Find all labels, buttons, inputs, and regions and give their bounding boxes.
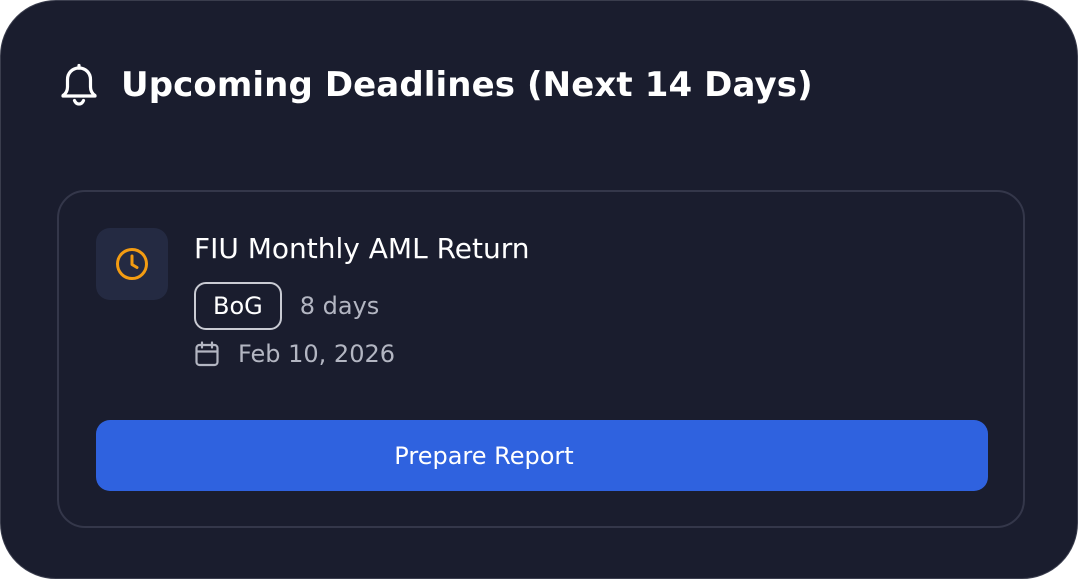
- clock-icon: [116, 248, 148, 280]
- upcoming-deadlines-panel: Upcoming Deadlines (Next 14 Days) FIU Mo…: [0, 0, 1078, 579]
- days-remaining: 8 days: [299, 292, 380, 320]
- prepare-report-label: Prepare Report: [394, 441, 574, 470]
- regulator-badge: BoG: [194, 282, 282, 330]
- calendar-icon: [195, 341, 219, 367]
- deadline-title: FIU Monthly AML Return: [194, 232, 530, 265]
- panel-title: Upcoming Deadlines (Next 14 Days): [121, 65, 813, 105]
- bell-icon: [61, 63, 97, 106]
- due-date-row: Feb 10, 2026: [194, 340, 395, 368]
- prepare-report-button[interactable]: Prepare Report: [96, 420, 988, 491]
- due-date: Feb 10, 2026: [238, 340, 395, 368]
- status-icon-tile: [96, 228, 168, 300]
- deadline-meta: BoG 8 days: [194, 282, 379, 330]
- panel-header: Upcoming Deadlines (Next 14 Days): [59, 63, 813, 107]
- deadline-card: FIU Monthly AML Return BoG 8 days Feb 10…: [57, 190, 1025, 528]
